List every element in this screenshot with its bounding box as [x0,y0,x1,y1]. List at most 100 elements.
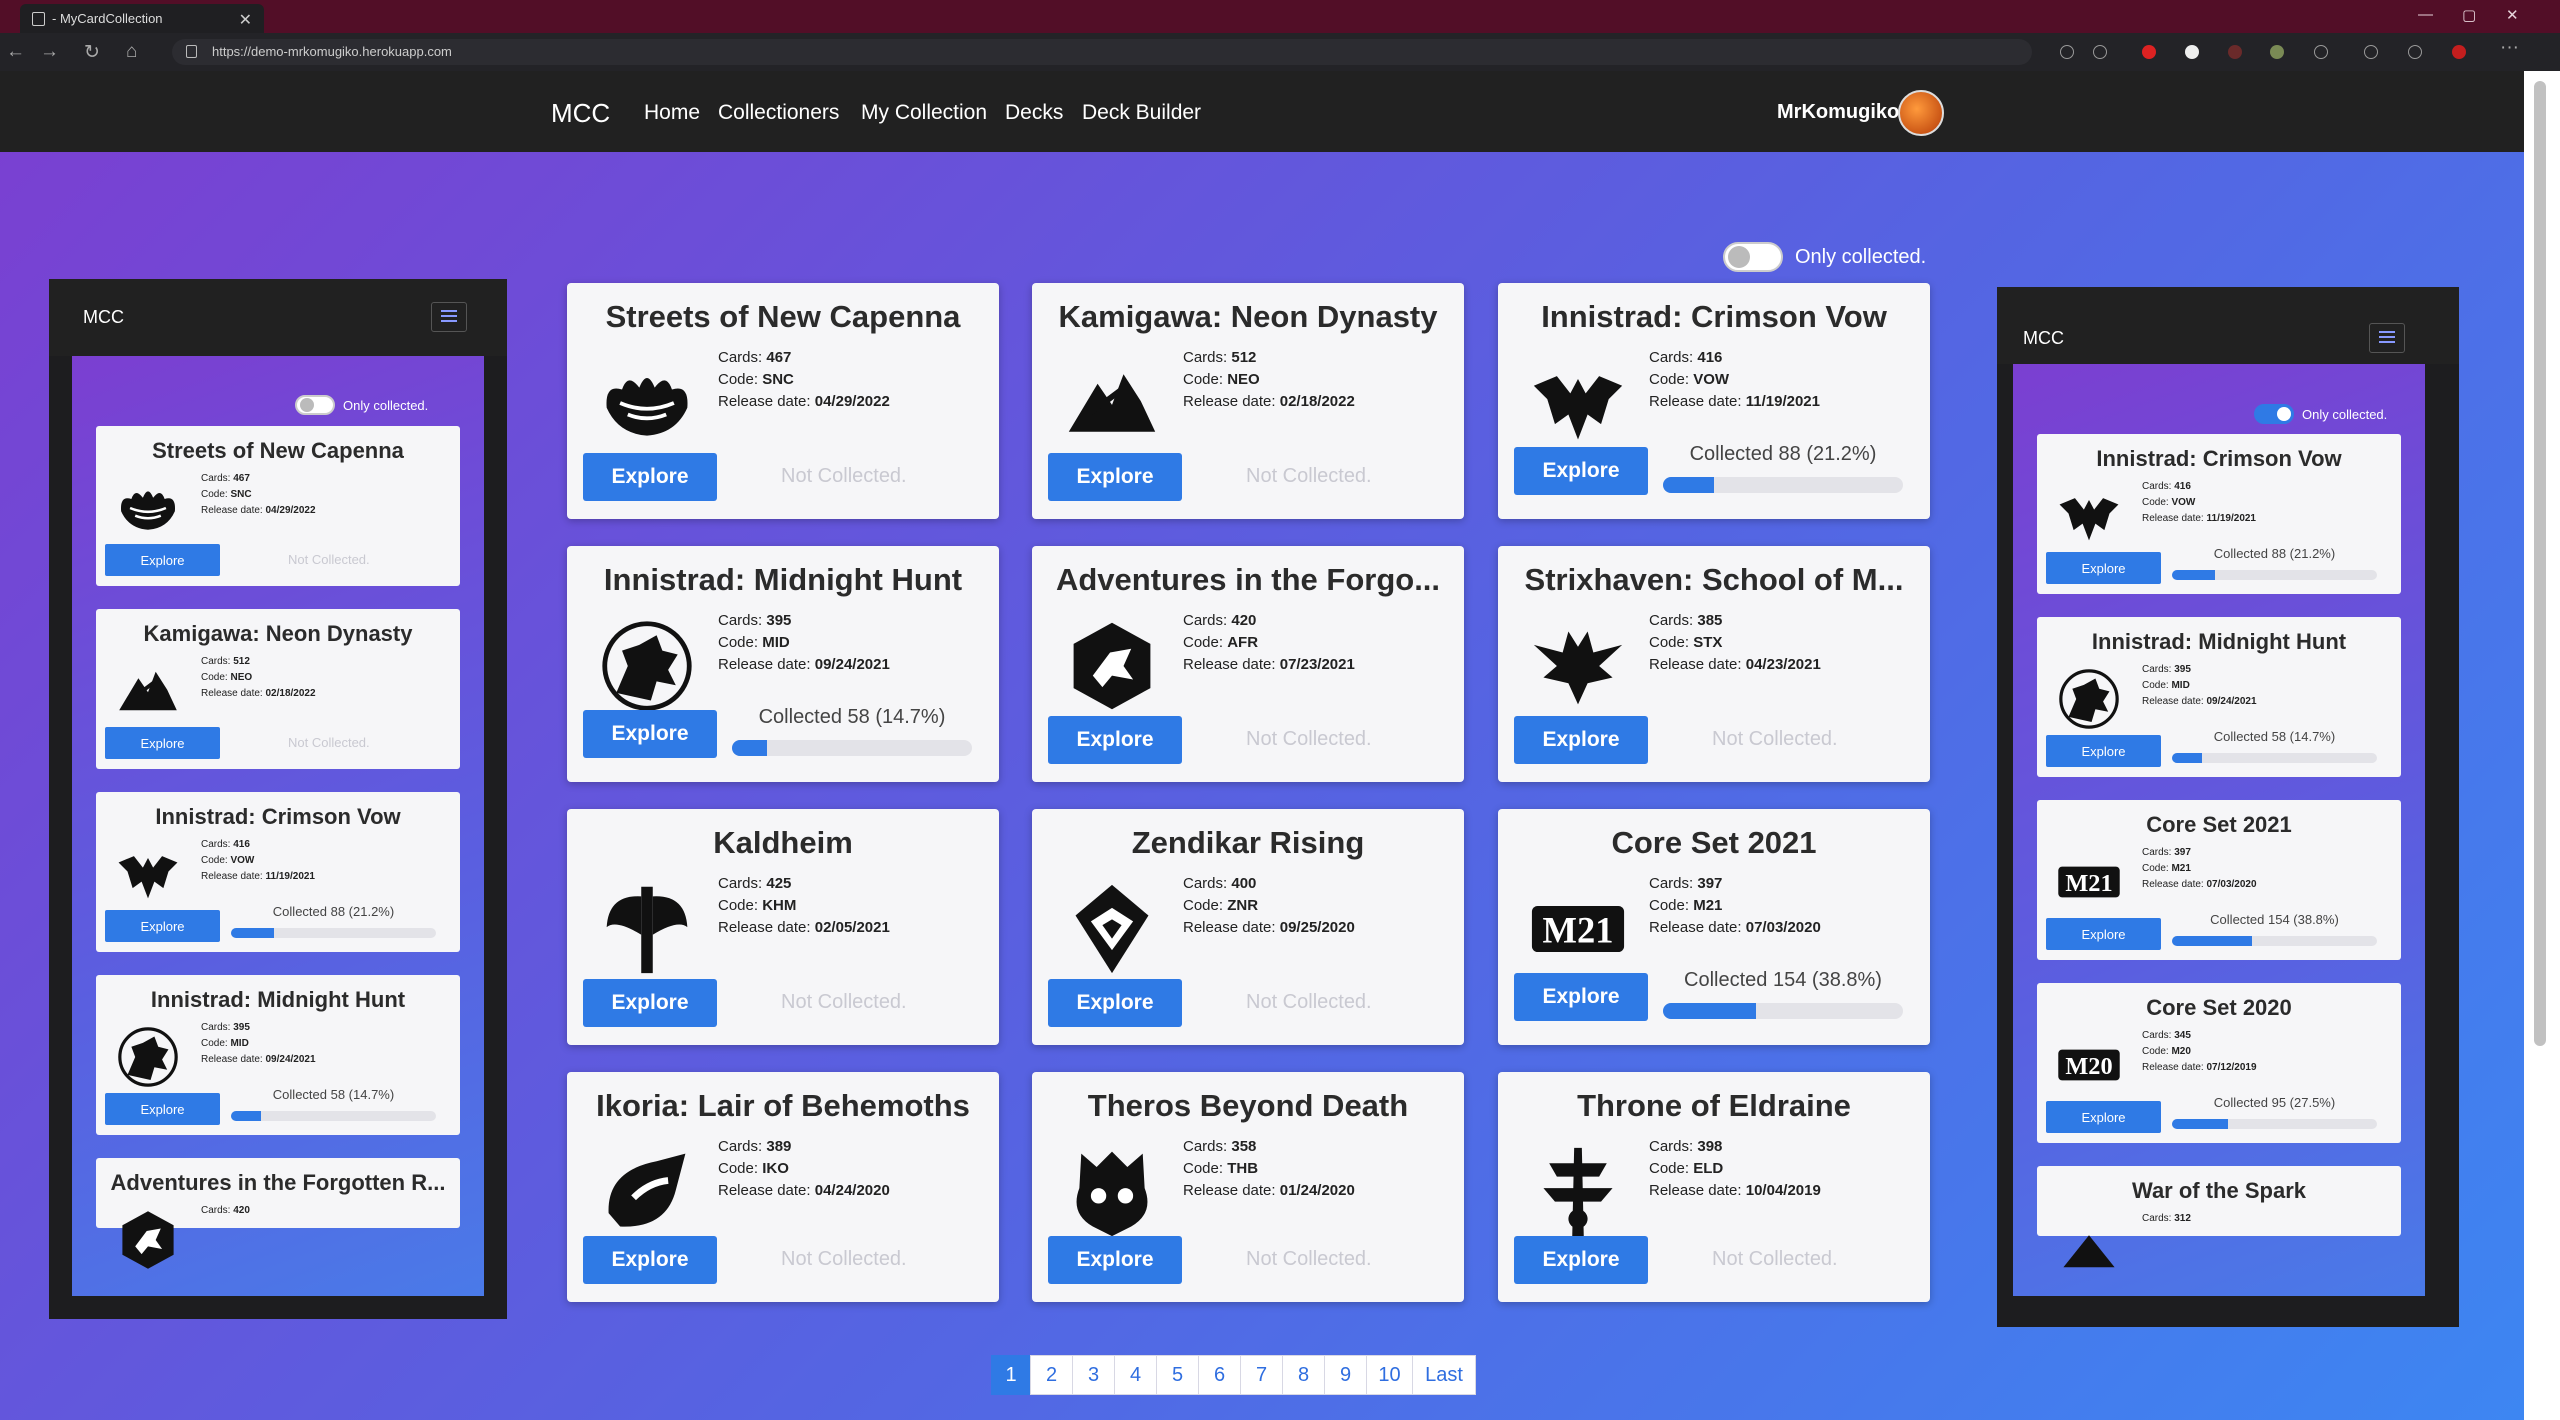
sync-icon[interactable] [2314,45,2328,59]
explore-button[interactable]: Explore [583,710,717,758]
restore-icon[interactable]: ▢ [2462,6,2476,24]
page-8[interactable]: 8 [1282,1355,1325,1395]
explore-button[interactable]: Explore [2046,1101,2161,1133]
explore-button[interactable]: Explore [105,544,220,576]
release-label: Release date: [1649,656,1742,673]
nav-my-collection[interactable]: My Collection [861,101,987,125]
explore-button[interactable]: Explore [2046,552,2161,584]
code-value: MID [230,1038,249,1049]
cards-row: Cards: 425 [718,873,890,895]
extension-icon[interactable] [2185,45,2199,59]
page-7[interactable]: 7 [1240,1355,1283,1395]
url-field[interactable]: https://demo-mrkomugiko.herokuapp.com [172,39,2032,65]
abp-extension-icon[interactable] [2142,45,2156,59]
explore-button[interactable]: Explore [583,453,717,501]
scrollbar-thumb[interactable] [2534,81,2546,1046]
not-collected-label: Not Collected. [781,991,907,1013]
set-info: Cards: 312 [2142,1211,2191,1227]
release-value: 07/23/2021 [1279,656,1355,673]
explore-button[interactable]: Explore [2046,918,2161,950]
scrollbar[interactable] [2524,71,2560,1420]
explore-button[interactable]: Explore [105,727,220,759]
code-value: SNC [230,489,252,500]
explore-button[interactable]: Explore [105,1093,220,1125]
mobile-only-collected-toggle[interactable]: Only collected. [295,395,428,415]
set-title: Streets of New Capenna [152,438,404,463]
reload-icon[interactable]: ↻ [84,41,100,64]
explore-button[interactable]: Explore [583,1236,717,1284]
nav-decks[interactable]: Decks [1005,101,1063,125]
page-5[interactable]: 5 [1156,1355,1199,1395]
code-label: Code: [201,1038,228,1049]
back-icon[interactable]: ← [6,41,25,63]
explore-button[interactable]: Explore [2046,735,2161,767]
code-label: Code: [1649,634,1690,651]
code-row: Code: VOW [201,853,315,869]
explore-button[interactable]: Explore [1514,447,1648,495]
close-tab-icon[interactable]: ✕ [239,10,252,30]
toggle-switch[interactable] [1723,242,1783,272]
collections-icon[interactable] [2408,45,2422,59]
set-card: Kaldheim Cards: 425 Code: KHM Release date:… [567,809,999,1045]
snc-set-icon [120,491,176,530]
cards-value: 312 [2174,1213,2191,1224]
username[interactable]: MrKomugiko [1777,101,1899,124]
minimize-icon[interactable]: — [2418,6,2433,23]
stx-set-icon [1533,631,1623,705]
profile-icon[interactable] [2452,45,2466,59]
avatar[interactable] [1898,90,1944,136]
page-9[interactable]: 9 [1324,1355,1367,1395]
set-card: Zendikar Rising Cards: 400 Code: ZNR Releas… [1032,809,1464,1045]
page-6[interactable]: 6 [1198,1355,1241,1395]
mobile-brand[interactable]: MCC [2023,328,2064,349]
collected-progress-bar [231,928,436,938]
only-collected-toggle[interactable]: Only collected. [1723,242,1926,272]
release-label: Release date: [1649,393,1742,410]
extension-icon[interactable] [2270,45,2284,59]
page-3[interactable]: 3 [1072,1355,1115,1395]
explore-button[interactable]: Explore [1048,453,1182,501]
toggle-switch[interactable] [295,395,335,415]
mobile-only-collected-toggle[interactable]: Only collected. [2254,404,2387,424]
nav-deck-builder[interactable]: Deck Builder [1082,101,1201,125]
forward-icon[interactable]: → [40,41,59,63]
page-1[interactable]: 1 [991,1355,1031,1395]
collected-text: Collected 95 (27.5%) [2213,1095,2336,1110]
explore-button[interactable]: Explore [1514,716,1648,764]
set-card: Theros Beyond Death Cards: 358 Code: THB Re… [1032,1072,1464,1302]
page-last[interactable]: Last [1412,1355,1476,1395]
favorite-icon[interactable] [2093,45,2107,59]
page-10[interactable]: 10 [1366,1355,1413,1395]
explore-button[interactable]: Explore [1514,1236,1648,1284]
read-aloud-icon[interactable] [2060,45,2074,59]
explore-button[interactable]: Explore [1048,979,1182,1027]
page-4[interactable]: 4 [1114,1355,1157,1395]
home-icon[interactable]: ⌂ [126,41,137,63]
cards-value: 389 [766,1138,792,1155]
favorites-icon[interactable] [2364,45,2378,59]
nav-home[interactable]: Home [644,101,700,125]
brand-logo[interactable]: MCC [551,98,610,129]
hamburger-menu-icon[interactable] [431,302,467,332]
release-label: Release date: [1183,393,1276,410]
page-2[interactable]: 2 [1030,1355,1073,1395]
explore-button[interactable]: Explore [1048,1236,1182,1284]
cards-value: 400 [1231,875,1257,892]
explore-button[interactable]: Explore [583,979,717,1027]
release-row: Release date: 11/19/2021 [1649,391,1820,413]
mobile-brand[interactable]: MCC [83,307,124,328]
explore-button[interactable]: Explore [1514,973,1648,1021]
browser-tab[interactable]: - MyCardCollection ✕ [20,4,264,33]
set-info: Cards: 395 Code: MID Release date: 09/24/2… [718,610,890,676]
nav-collectioners[interactable]: Collectioners [718,101,839,125]
code-row: Code: MID [718,632,890,654]
set-title: Theros Beyond Death [1087,1088,1409,1123]
page-icon [32,12,45,26]
explore-button[interactable]: Explore [105,910,220,942]
close-window-icon[interactable]: ✕ [2506,6,2519,24]
toggle-switch[interactable] [2254,404,2294,424]
extension-icon[interactable] [2228,45,2242,59]
explore-button[interactable]: Explore [1048,716,1182,764]
more-icon[interactable]: ··· [2500,37,2519,59]
hamburger-menu-icon[interactable] [2369,323,2405,353]
